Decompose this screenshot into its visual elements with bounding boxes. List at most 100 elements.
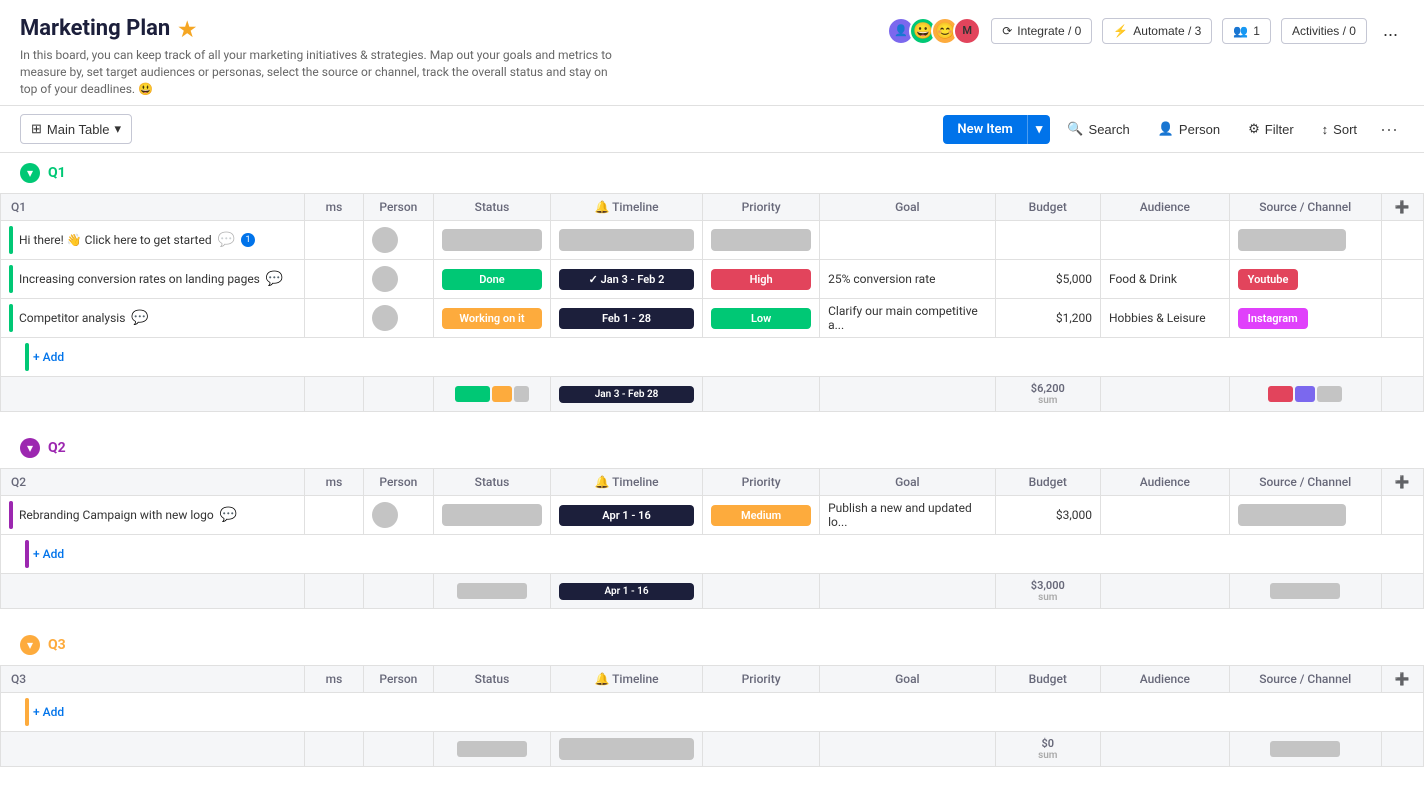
comment-icon[interactable]: 💬 (220, 507, 237, 523)
group-header-q1[interactable]: ▾ Q1 (0, 153, 1424, 193)
header-more-button[interactable]: ... (1377, 16, 1404, 45)
item-person-cell[interactable] (363, 260, 433, 299)
item-person-cell[interactable] (363, 299, 433, 338)
person-button[interactable]: 👤 Person (1147, 114, 1231, 144)
group-header-q3[interactable]: ▾ Q3 (0, 625, 1424, 665)
sum-budget-label: sum (1004, 395, 1092, 406)
sum-bar (514, 386, 529, 402)
activities-button[interactable]: Activities / 0 (1281, 18, 1367, 44)
add-item-button[interactable]: + Add (1, 338, 1424, 377)
group-color-bar (25, 698, 29, 726)
col-header-source: Source / Channel (1229, 194, 1381, 221)
sum-goal-cell (820, 732, 996, 767)
group-toggle[interactable]: ▾ (20, 163, 40, 183)
sum-status-cell (433, 574, 550, 609)
item-timeline-cell[interactable]: ✓ Jan 3 - Feb 2 (550, 260, 702, 299)
item-name-cell[interactable]: Hi there! 👋 Click here to get started 💬 … (1, 221, 305, 260)
status-badge: Working on it (442, 308, 542, 329)
sum-budget-label: sum (1004, 750, 1092, 761)
item-status-cell[interactable]: Working on it (433, 299, 550, 338)
sum-source-bar (1268, 386, 1293, 402)
notification-badge: 1 (241, 233, 255, 247)
item-priority-cell[interactable]: High (703, 260, 820, 299)
source-badge: Instagram (1238, 308, 1308, 329)
avatar[interactable] (372, 266, 398, 292)
add-item-button[interactable]: + Add (1, 693, 1424, 732)
integrate-button[interactable]: ⟳ Integrate / 0 (991, 18, 1092, 44)
group-header-q4[interactable]: ▾ Q4 (0, 783, 1424, 792)
sum-item-cell (1, 377, 305, 412)
sum-source-cell (1229, 732, 1381, 767)
col-header-add[interactable]: ➕ (1381, 469, 1423, 496)
main-table-button[interactable]: Main Table (20, 114, 132, 144)
item-person-cell[interactable] (363, 496, 433, 535)
sum-source-cell (1229, 574, 1381, 609)
col-header-add[interactable]: ➕ (1381, 666, 1423, 693)
item-source-cell[interactable]: Youtube (1229, 260, 1381, 299)
item-priority-cell[interactable]: Medium (703, 496, 820, 535)
avatar[interactable] (372, 227, 398, 253)
comment-icon[interactable]: 💬 (218, 232, 235, 248)
item-status-cell[interactable] (433, 221, 550, 260)
new-item-button[interactable]: New Item (943, 115, 1050, 144)
group-toggle[interactable]: ▾ (20, 635, 40, 655)
item-name-cell[interactable]: Rebranding Campaign with new logo 💬 (1, 496, 305, 535)
avatar[interactable] (372, 502, 398, 528)
group-header-q2[interactable]: ▾ Q2 (0, 428, 1424, 468)
members-button[interactable]: 👥 1 (1222, 18, 1271, 44)
item-ms-cell (305, 496, 364, 535)
star-icon[interactable]: ★ (178, 17, 196, 41)
avatar[interactable] (372, 305, 398, 331)
toolbar-more-button[interactable]: ··· (1374, 115, 1404, 144)
automate-button[interactable]: ⚡ Automate / 3 (1102, 18, 1212, 44)
item-goal-cell: Publish a new and updated lo... (820, 496, 996, 535)
add-item-row[interactable]: + Add (1, 535, 1424, 574)
sum-timeline-cell: Apr 1 - 16 (550, 574, 702, 609)
group-toggle[interactable]: ▾ (20, 438, 40, 458)
item-source-cell[interactable]: Instagram (1229, 299, 1381, 338)
item-timeline-cell[interactable]: Apr 1 - 16 (550, 496, 702, 535)
sort-button[interactable]: ↕ Sort (1311, 115, 1368, 144)
toolbar-right: New Item 🔍 Search 👤 Person ⚙ Filter ↕ So… (943, 114, 1404, 144)
item-name-cell[interactable]: Increasing conversion rates on landing p… (1, 260, 305, 299)
item-timeline-cell[interactable]: Feb 1 - 28 (550, 299, 702, 338)
comment-icon[interactable]: 💬 (131, 310, 148, 326)
group-table-q3: Q3 ms Person Status 🔔 Timeline Priority … (0, 665, 1424, 767)
item-ms-cell (305, 221, 364, 260)
item-timeline-cell[interactable] (550, 221, 702, 260)
add-label[interactable]: + Add (33, 350, 64, 364)
comment-icon[interactable]: 💬 (266, 271, 283, 287)
item-ms-cell (305, 260, 364, 299)
integrate-icon: ⟳ (1002, 24, 1012, 38)
add-item-button[interactable]: + Add (1, 535, 1424, 574)
search-button[interactable]: 🔍 Search (1056, 114, 1140, 144)
add-label[interactable]: + Add (33, 705, 64, 719)
item-add-cell (1381, 260, 1423, 299)
item-person-cell[interactable] (363, 221, 433, 260)
add-item-row[interactable]: + Add (1, 338, 1424, 377)
sum-priority-cell (703, 377, 820, 412)
toolbar: Main Table New Item 🔍 Search 👤 Person ⚙ … (0, 106, 1424, 153)
group-color-bar (9, 304, 13, 332)
filter-button[interactable]: ⚙ Filter (1237, 114, 1305, 144)
item-status-cell[interactable] (433, 496, 550, 535)
col-header-priority: Priority (703, 666, 820, 693)
item-name-cell[interactable]: Competitor analysis 💬 (1, 299, 305, 338)
item-priority-cell[interactable]: Low (703, 299, 820, 338)
col-header-priority: Priority (703, 194, 820, 221)
avatar[interactable]: M (953, 17, 981, 45)
source-badge: Youtube (1238, 269, 1299, 290)
col-header-add[interactable]: ➕ (1381, 194, 1423, 221)
item-source-cell[interactable] (1229, 221, 1381, 260)
item-source-cell[interactable] (1229, 496, 1381, 535)
add-item-row[interactable]: + Add (1, 693, 1424, 732)
table-row: Competitor analysis 💬 Working on it Feb … (1, 299, 1424, 338)
item-budget-cell (995, 221, 1100, 260)
new-item-chevron[interactable] (1027, 115, 1051, 144)
members-icon: 👥 (1233, 24, 1248, 38)
add-label[interactable]: + Add (33, 547, 64, 561)
item-status-cell[interactable]: Done (433, 260, 550, 299)
board-title: Marketing Plan ★ (20, 16, 887, 41)
col-header-timeline: 🔔 Timeline (550, 666, 702, 693)
item-priority-cell[interactable] (703, 221, 820, 260)
